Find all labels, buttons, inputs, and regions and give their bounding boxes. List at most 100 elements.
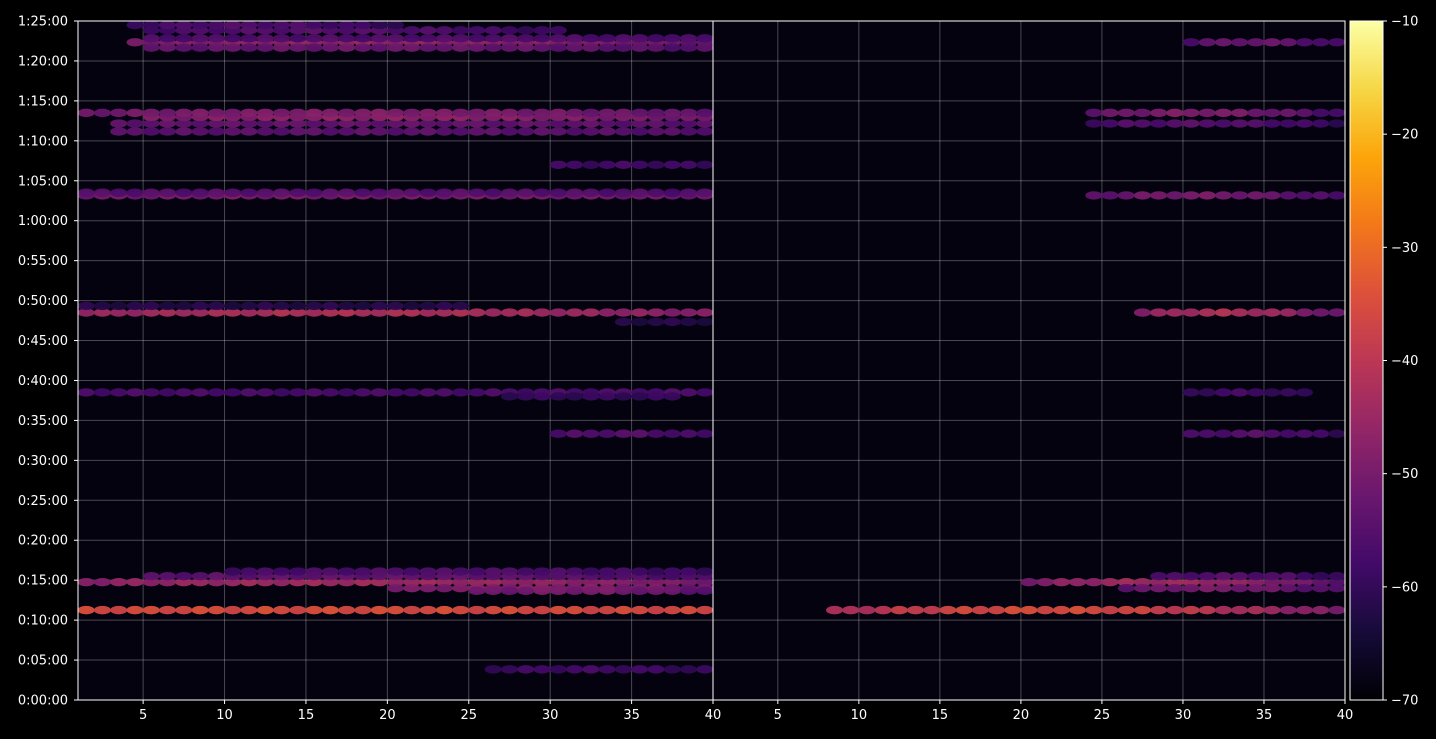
heat-cell	[403, 43, 421, 52]
heat-cell	[354, 43, 372, 52]
heat-cell	[240, 108, 258, 118]
heat-cell	[1279, 38, 1297, 47]
heat-cell	[435, 26, 453, 35]
heat-cell	[1263, 191, 1281, 200]
heat-cell	[631, 317, 649, 327]
heat-cell	[126, 188, 144, 197]
heat-cell	[696, 308, 714, 317]
heat-cell	[1198, 308, 1216, 317]
heat-cell	[647, 127, 665, 136]
heat-cell	[321, 388, 339, 397]
heat-cell	[647, 188, 665, 197]
heat-cell	[1166, 108, 1184, 118]
colorbar-tick-label: −70	[1391, 694, 1418, 709]
heat-cell	[93, 605, 111, 615]
heat-cell	[1182, 108, 1200, 118]
heat-cell	[680, 308, 698, 317]
heat-cell	[1004, 605, 1022, 615]
heat-cell	[159, 188, 177, 197]
heat-cell	[191, 43, 209, 52]
heat-cell	[191, 20, 209, 30]
heat-cell	[207, 388, 225, 397]
heat-cell	[175, 34, 193, 43]
heat-cell	[77, 605, 95, 615]
heat-cell	[1328, 191, 1346, 200]
heat-cell	[1166, 191, 1184, 200]
heat-cell	[321, 127, 339, 136]
heat-cell	[435, 605, 453, 615]
heat-cell	[1182, 38, 1200, 47]
colorbar-tick-label: −50	[1391, 467, 1418, 482]
heat-cell	[370, 388, 388, 397]
heat-cell	[1214, 119, 1232, 128]
heat-cell	[419, 301, 437, 311]
heat-cell	[256, 388, 274, 397]
heat-cell	[1279, 605, 1297, 615]
heat-cell	[517, 127, 535, 136]
heat-cell	[1214, 191, 1232, 200]
y-tick-label: 0:50:00	[18, 294, 68, 309]
heat-cell	[1231, 429, 1249, 438]
heat-cell	[1214, 308, 1232, 317]
heat-cell	[1166, 605, 1184, 615]
heat-cell	[1069, 605, 1087, 615]
heat-cell	[680, 665, 698, 674]
heat-cell	[549, 108, 567, 118]
heat-cell	[273, 301, 291, 311]
heat-cell	[874, 605, 892, 615]
heat-cell	[110, 108, 128, 118]
heat-cell	[614, 43, 632, 52]
heat-cell	[696, 127, 714, 136]
heat-cell	[647, 308, 665, 317]
heat-cell	[1279, 388, 1297, 397]
heat-cell	[484, 567, 502, 576]
heat-cell	[354, 127, 372, 136]
x-tick-label: 25	[1094, 708, 1111, 723]
heat-cell	[370, 188, 388, 197]
heat-cell	[533, 188, 551, 197]
heat-cell	[273, 567, 291, 576]
heat-cell	[435, 388, 453, 397]
heat-cell	[452, 605, 470, 615]
heat-cell	[566, 586, 584, 596]
heat-cell	[435, 188, 453, 197]
heat-cell	[354, 605, 372, 615]
x-tick-label: 10	[851, 708, 868, 723]
heat-cell	[500, 26, 518, 35]
heat-cell	[1295, 583, 1313, 593]
heat-cell	[631, 605, 649, 615]
heat-cell	[500, 308, 518, 317]
y-tick-label: 1:00:00	[18, 214, 68, 229]
heatmap-panels: 5 10 15 20 25 30 35 40 0:00:00 0:05:00 0:10:00 0:15…	[18, 15, 1353, 724]
heat-cell	[696, 567, 714, 576]
heat-cell	[1133, 583, 1151, 593]
heat-cell	[484, 586, 502, 596]
heat-cell	[403, 188, 421, 197]
heat-cell	[1328, 571, 1346, 581]
heat-cell	[1085, 191, 1103, 200]
heat-cell	[338, 388, 356, 397]
heat-cell	[468, 605, 486, 615]
heat-cell	[175, 127, 193, 136]
heat-cell	[1133, 191, 1151, 200]
heat-cell	[566, 108, 584, 118]
heat-cell	[1295, 388, 1313, 397]
heat-cell	[647, 429, 665, 438]
heat-cell	[549, 43, 567, 52]
heat-cell	[1263, 119, 1281, 128]
heat-cell	[468, 388, 486, 397]
x-tick-label: 40	[705, 708, 722, 723]
heat-cell	[370, 605, 388, 615]
heat-cell	[1052, 605, 1070, 615]
y-tick-label: 0:55:00	[18, 254, 68, 269]
heat-cell	[452, 26, 470, 35]
heat-cell	[1328, 605, 1346, 615]
heat-cell	[517, 665, 535, 674]
heat-cell	[338, 605, 356, 615]
heat-cell	[175, 605, 193, 615]
heat-cell	[1279, 119, 1297, 128]
heat-cell	[435, 583, 453, 593]
heat-cell	[191, 34, 209, 43]
heat-cell	[419, 43, 437, 52]
heat-cell	[403, 388, 421, 397]
